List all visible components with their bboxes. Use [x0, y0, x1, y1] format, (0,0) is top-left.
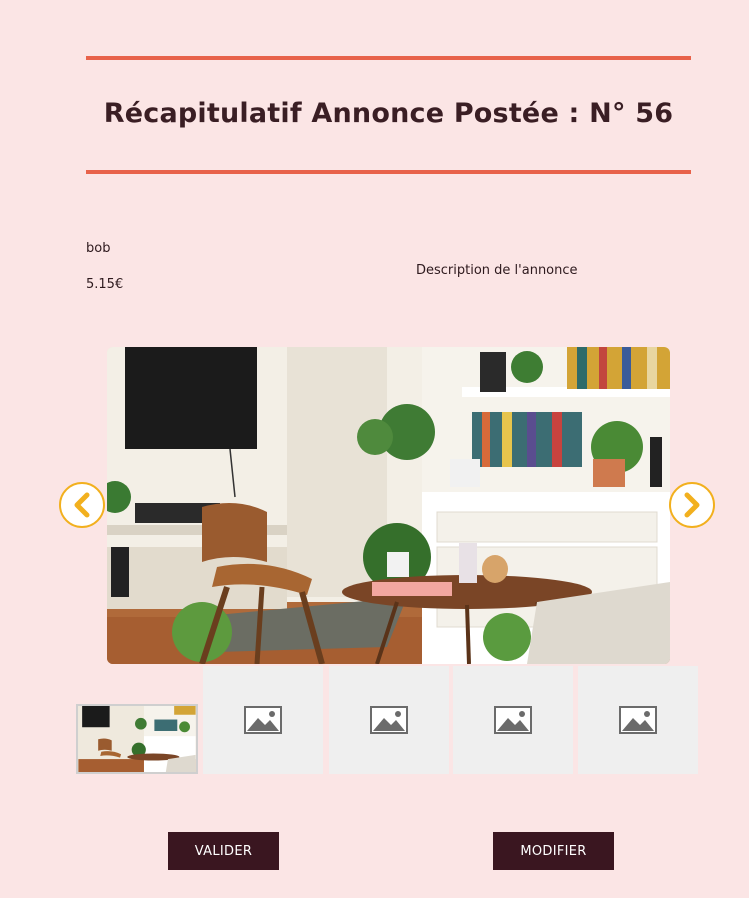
main-slide-image [107, 347, 670, 664]
thumbnail-3[interactable] [329, 666, 449, 774]
listing-price: 5.15€ [86, 277, 124, 292]
previous-image-button[interactable] [59, 482, 105, 528]
image-placeholder-icon [244, 706, 282, 734]
image-placeholder-icon [494, 706, 532, 734]
listing-description: Description de l'annonce [416, 263, 578, 278]
chevron-left-icon [74, 492, 90, 518]
thumbnail-4[interactable] [453, 666, 573, 774]
listing-name: bob [86, 241, 111, 256]
page-title: Récapitulatif Annonce Postée : N° 56 [103, 98, 674, 129]
image-placeholder-icon [619, 706, 657, 734]
modify-button[interactable]: MODIFIER [493, 832, 614, 870]
chevron-right-icon [684, 492, 700, 518]
thumbnail-5[interactable] [578, 666, 698, 774]
thumbnail-1[interactable] [76, 704, 198, 774]
thumbnail-strip [0, 666, 749, 776]
title-top-rule [86, 56, 691, 60]
thumbnail-2[interactable] [203, 666, 323, 774]
validate-button[interactable]: VALIDER [168, 832, 279, 870]
image-placeholder-icon [370, 706, 408, 734]
next-image-button[interactable] [669, 482, 715, 528]
title-bottom-rule [86, 170, 691, 174]
